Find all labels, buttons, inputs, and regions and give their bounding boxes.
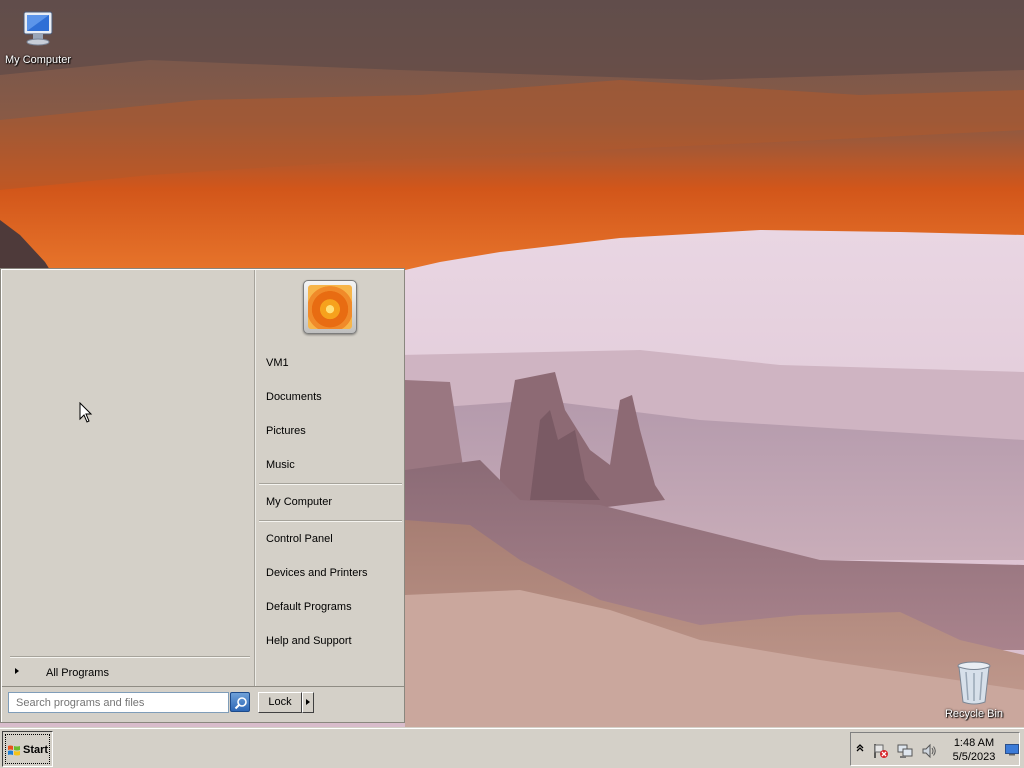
network-icon[interactable] [897,743,913,762]
search-icon [234,697,247,710]
start-item-vm1[interactable]: VM1 [266,357,289,369]
user-picture[interactable] [303,280,357,334]
show-desktop-icon[interactable] [1005,744,1019,759]
clock-date: 5/5/2023 [952,751,996,763]
start-item-control-panel[interactable]: Control Panel [266,533,333,545]
separator [259,483,402,485]
separator [259,520,402,522]
desktop-icon-label: Recycle Bin [944,708,1004,720]
mouse-cursor-icon [79,401,93,427]
windows-logo-icon [7,744,21,760]
volume-icon[interactable] [921,743,937,762]
show-hidden-icons-chevron-icon[interactable] [856,743,864,756]
notification-area: 1:48 AM 5/5/2023 [850,732,1020,766]
all-programs-button[interactable]: All Programs [10,656,250,684]
start-label: Start [23,744,49,756]
desktop-icon-recycle-bin[interactable]: Recycle Bin [934,660,1014,720]
start-item-devices-and-printers[interactable]: Devices and Printers [266,567,368,579]
flower-icon [308,285,352,329]
search-input[interactable] [8,692,229,713]
desktop-icon-my-computer[interactable]: My Computer [0,8,78,66]
taskbar: Start 1:48 AM 5/5/2023 [0,728,1024,768]
start-item-music[interactable]: Music [266,459,295,471]
recycle-bin-icon [934,660,1014,706]
start-item-my-computer[interactable]: My Computer [266,496,332,508]
action-center-flag-icon[interactable] [873,743,889,762]
start-item-documents[interactable]: Documents [266,391,322,403]
start-menu: All Programs VM1 Documents Pictures Musi… [0,268,405,723]
start-button[interactable]: Start [2,731,53,767]
all-programs-label: All Programs [46,667,109,679]
start-item-default-programs[interactable]: Default Programs [266,601,352,613]
my-computer-icon [0,8,78,52]
start-menu-places-pane: VM1 Documents Pictures Music My Computer… [256,270,404,686]
search-button[interactable] [230,692,250,712]
lock-button[interactable]: Lock [258,692,302,713]
start-menu-bottom-bar: Lock [2,686,404,722]
desktop-icon-label: My Computer [4,54,72,66]
start-item-pictures[interactable]: Pictures [266,425,306,437]
arrow-right-icon [15,668,19,674]
lock-options-arrow-button[interactable] [302,692,314,713]
clock-time: 1:48 AM [953,737,995,749]
start-item-help-and-support[interactable]: Help and Support [266,635,352,647]
clock[interactable]: 1:48 AM 5/5/2023 [947,736,1001,764]
start-menu-programs-pane: All Programs [2,270,254,686]
